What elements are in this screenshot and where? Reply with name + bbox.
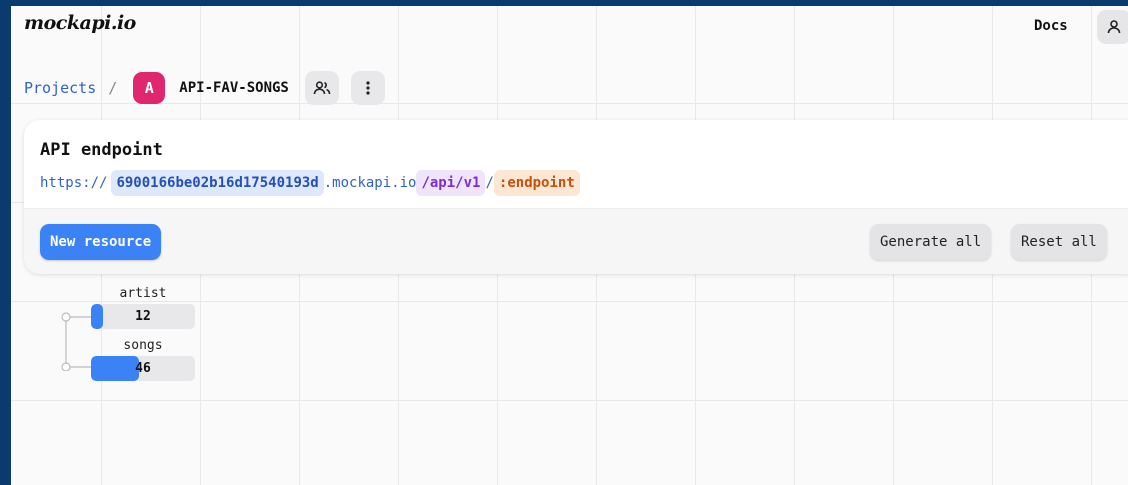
project-name[interactable]: API-FAV-SONGS <box>179 80 289 96</box>
users-icon <box>313 81 331 95</box>
breadcrumb-projects-link[interactable]: Projects <box>24 79 96 97</box>
project-members-button[interactable] <box>304 71 339 105</box>
generate-all-button[interactable]: Generate all <box>870 224 992 260</box>
reset-all-button[interactable]: Reset all <box>1011 224 1107 260</box>
resource-count: 12 <box>135 309 151 324</box>
endpoint-url[interactable]: https:// 6900166be02b16d17540193d .mocka… <box>40 170 1128 196</box>
resource-artist[interactable]: artist 12 <box>91 286 195 329</box>
docs-link[interactable]: Docs <box>1034 18 1068 34</box>
card-header: API endpoint https:// 6900166be02b16d175… <box>24 120 1128 208</box>
breadcrumb: Projects / A API-FAV-SONGS <box>24 70 389 106</box>
project-avatar[interactable]: A <box>133 72 166 104</box>
more-vertical-icon <box>366 81 370 95</box>
resource-name: artist <box>119 286 167 301</box>
project-menu-button[interactable] <box>350 71 385 105</box>
endpoint-project-id[interactable]: 6900166be02b16d17540193d <box>111 170 324 196</box>
endpoint-prefix[interactable]: /api/v1 <box>416 170 486 196</box>
card-title: API endpoint <box>40 140 163 160</box>
app-logo[interactable]: mockapi.io <box>24 12 136 34</box>
user-menu-button[interactable] <box>1097 10 1128 44</box>
resource-count-bar[interactable]: 12 <box>91 304 195 329</box>
resource-songs[interactable]: songs 46 <box>91 338 195 381</box>
resource-count: 46 <box>135 361 151 376</box>
endpoint-placeholder: :endpoint <box>493 170 580 196</box>
workspace-canvas: mockapi.io Docs Projects / A API-FAV-SON… <box>11 6 1128 485</box>
resource-name: songs <box>123 338 163 353</box>
new-resource-button[interactable]: New resource <box>40 224 162 260</box>
endpoint-scheme: https:// <box>40 175 108 191</box>
endpoint-domain: .mockapi.io <box>323 175 417 191</box>
resource-count-bar[interactable]: 46 <box>91 356 195 381</box>
breadcrumb-separator: / <box>108 79 118 97</box>
endpoint-slash: / <box>485 175 494 191</box>
api-endpoint-card: API endpoint https:// 6900166be02b16d175… <box>24 120 1128 274</box>
user-icon <box>1107 20 1121 34</box>
card-actions: New resource Generate all Reset all <box>24 208 1128 274</box>
